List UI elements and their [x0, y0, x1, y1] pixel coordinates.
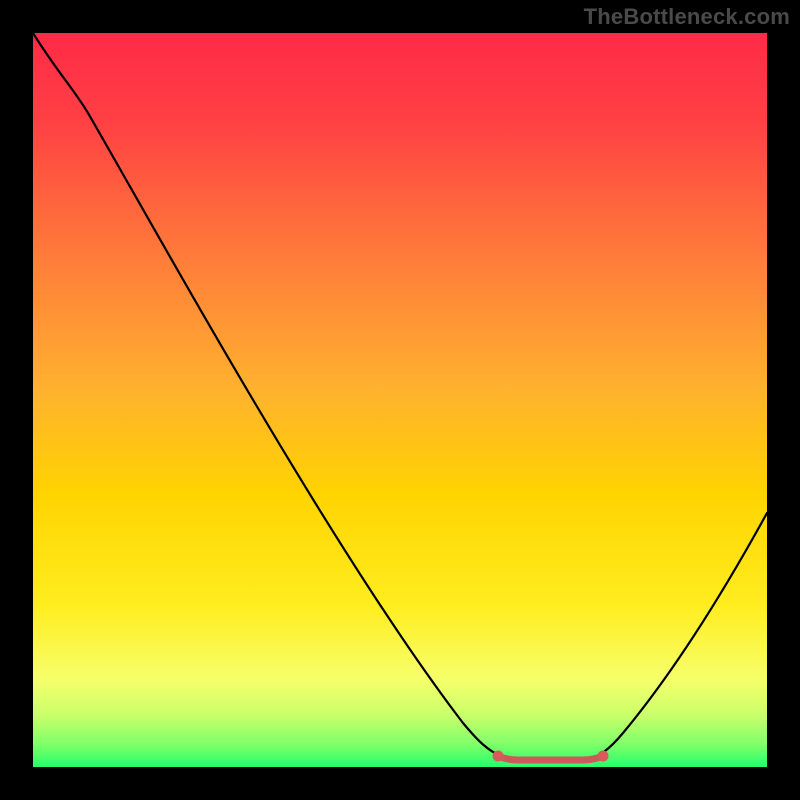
optimal-range-segment	[498, 756, 603, 760]
gradient-background	[33, 33, 767, 767]
plot-area	[33, 33, 767, 767]
chart-frame: TheBottleneck.com	[0, 0, 800, 800]
optimal-range-left-dot	[493, 751, 504, 762]
optimal-range-right-dot	[598, 751, 609, 762]
chart-svg	[33, 33, 767, 767]
watermark-text: TheBottleneck.com	[584, 4, 790, 30]
